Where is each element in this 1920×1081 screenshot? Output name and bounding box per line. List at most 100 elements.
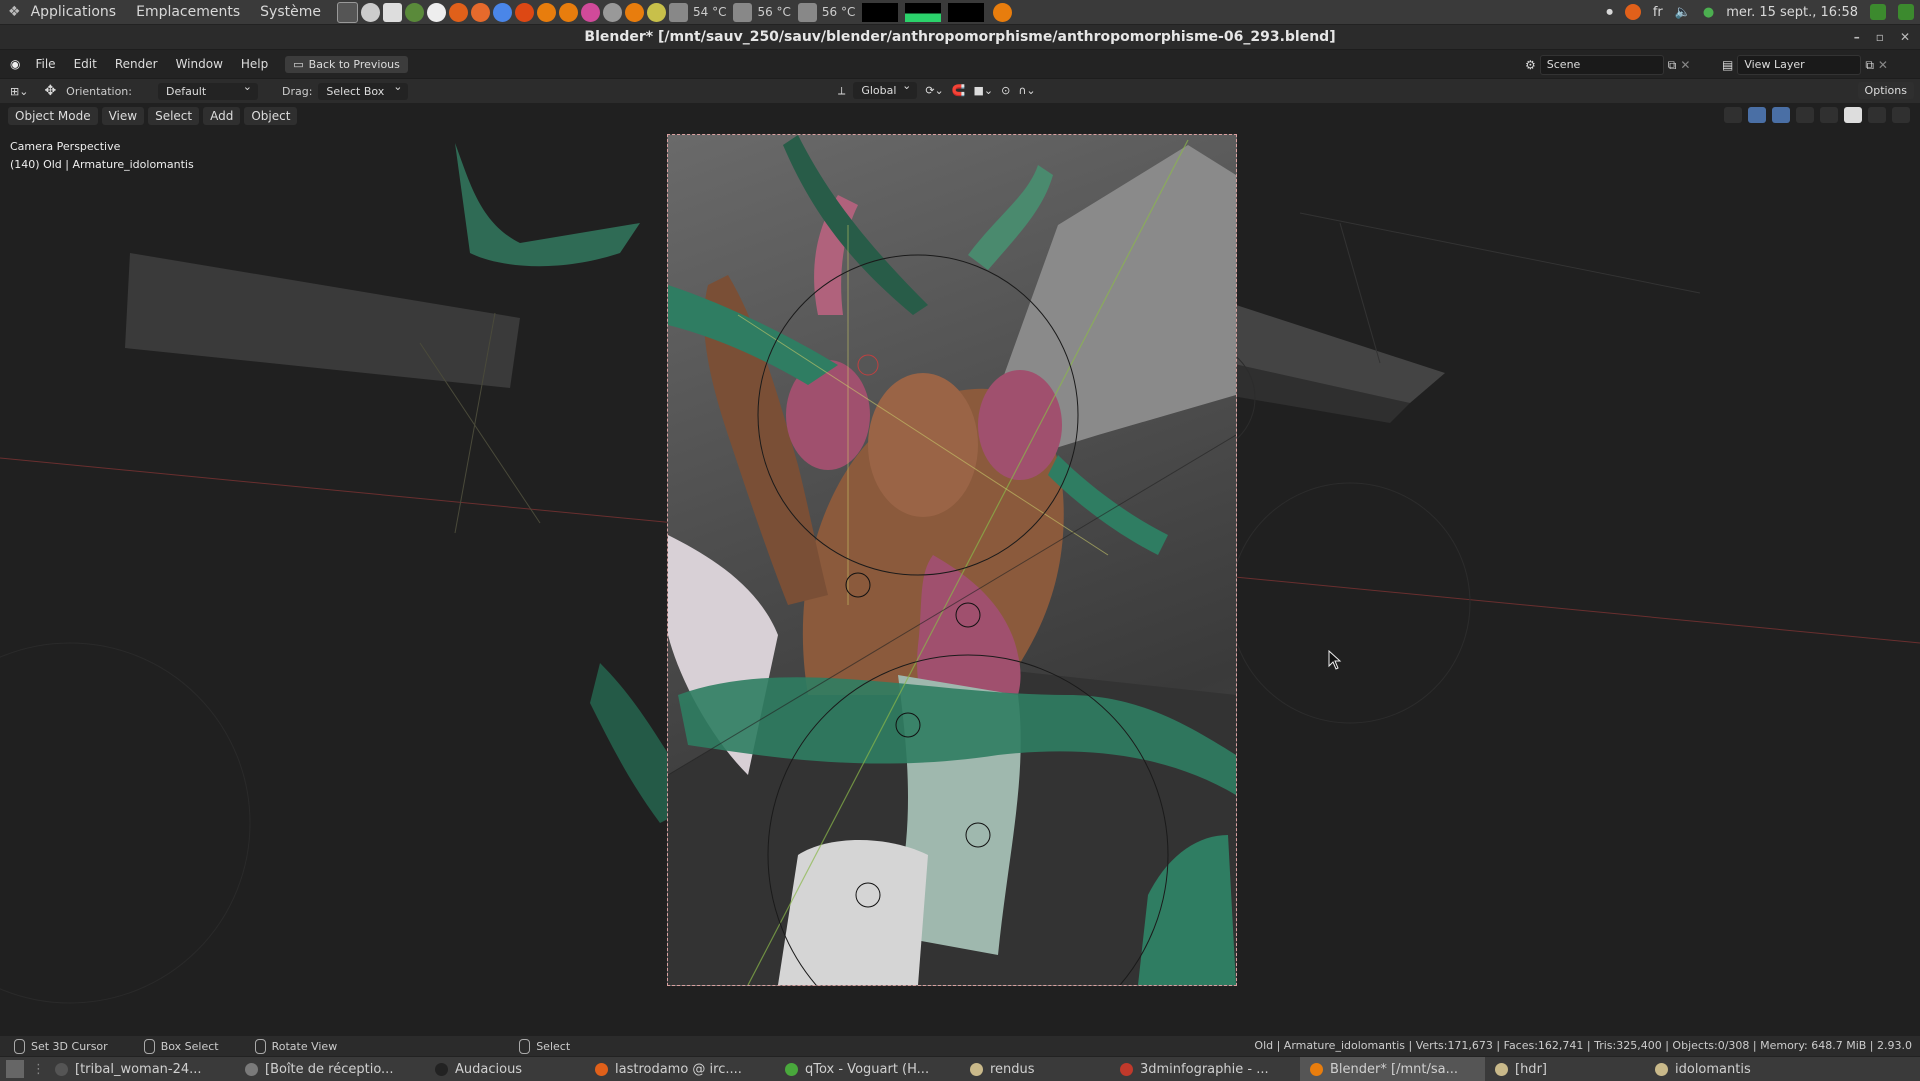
orientation-dropdown[interactable]: Default: [157, 80, 258, 100]
menu-render[interactable]: Render: [106, 57, 167, 71]
close-button[interactable]: ✕: [1900, 25, 1910, 49]
keyboard-layout[interactable]: fr: [1653, 5, 1663, 20]
workspace-switcher-icon[interactable]: [1870, 4, 1886, 20]
taskbar-item[interactable]: idolomantis: [1645, 1057, 1855, 1081]
viewport-menu-select[interactable]: Select: [148, 107, 200, 125]
inkscape-icon[interactable]: [426, 2, 446, 22]
pivot-point-icon[interactable]: ⟳⌄: [925, 84, 943, 97]
temp-readout-3: 56 °C: [821, 5, 856, 19]
delete-view-layer-icon[interactable]: ✕: [1878, 58, 1888, 72]
camera-frame[interactable]: [667, 134, 1237, 986]
leaf-icon[interactable]: [646, 2, 666, 22]
rendered-shading-icon[interactable]: [1892, 107, 1910, 123]
proportional-edit-icon[interactable]: ⊙: [1001, 84, 1010, 97]
solid-shading-icon[interactable]: [1844, 107, 1862, 123]
menu-systeme[interactable]: Système: [250, 4, 331, 20]
view-layer-icon[interactable]: ▤: [1722, 58, 1733, 72]
clock[interactable]: mer. 15 sept., 16:58: [1726, 5, 1858, 20]
blender-launcher-icon[interactable]: [536, 2, 556, 22]
firefox-icon[interactable]: [470, 2, 490, 22]
transform-orientation-icon[interactable]: ⟂: [838, 84, 845, 98]
trash-icon[interactable]: [1898, 4, 1914, 20]
blender-launcher-icon-2[interactable]: [558, 2, 578, 22]
disk-icon[interactable]: [360, 2, 380, 22]
xray-icon[interactable]: [1796, 107, 1814, 123]
blender-launcher-icon-3[interactable]: [624, 2, 644, 22]
blender-logo-icon[interactable]: ◉: [10, 57, 20, 71]
chromium-icon[interactable]: [492, 2, 512, 22]
status-label: Set 3D Cursor: [31, 1039, 108, 1053]
new-view-layer-icon[interactable]: ⧉: [1865, 58, 1874, 73]
network-status-icon[interactable]: ●: [1703, 5, 1714, 20]
taskbar-item[interactable]: lastrodamo @ irc....: [585, 1057, 775, 1081]
palette-icon[interactable]: [580, 2, 600, 22]
menu-emplacements[interactable]: Emplacements: [126, 4, 250, 20]
taskbar-item[interactable]: [Boîte de réceptio...: [235, 1057, 425, 1081]
taskbar-item[interactable]: Blender* [/mnt/sa...: [1300, 1057, 1485, 1081]
back-to-previous-label: Back to Previous: [308, 57, 400, 71]
active-object-label: (140) Old | Armature_idolomantis: [10, 158, 194, 171]
visibility-icon[interactable]: [1724, 107, 1742, 123]
menu-window[interactable]: Window: [167, 57, 232, 71]
window-titlebar[interactable]: Blender* [/mnt/sauv_250/sauv/blender/ant…: [0, 25, 1920, 49]
taskbar-item[interactable]: [tribal_woman-24...: [45, 1057, 235, 1081]
mode-dropdown[interactable]: Object Mode: [8, 107, 98, 125]
overlay-icon[interactable]: [1772, 107, 1790, 123]
options-dropdown[interactable]: Options: [1857, 82, 1914, 99]
temp-readout-2: 56 °C: [757, 5, 791, 19]
3d-cursor[interactable]: [857, 354, 879, 376]
menu-file[interactable]: File: [26, 57, 64, 71]
3d-viewport[interactable]: Object Mode View Select Add Object Camer…: [0, 103, 1920, 1036]
system-panel: ❖ Applications Emplacements Système 54 °…: [0, 0, 1920, 25]
viewport-menu-view[interactable]: View: [101, 107, 145, 125]
blender-tray-icon[interactable]: [993, 2, 1013, 22]
menu-edit[interactable]: Edit: [65, 57, 106, 71]
gnome-foot-icon[interactable]: ❖: [8, 4, 21, 20]
volume-icon[interactable]: 🔈: [1675, 5, 1691, 20]
cpu-monitor-icon-2: [733, 2, 753, 22]
new-scene-icon[interactable]: ⧉: [1668, 58, 1677, 73]
gizmo-icon[interactable]: [1748, 107, 1766, 123]
transform-orientation-dropdown[interactable]: Global: [853, 79, 918, 99]
taskbar-item[interactable]: qTox - Voguart (H...: [775, 1057, 960, 1081]
scene-icon[interactable]: ⚙: [1525, 58, 1536, 72]
snap-icon[interactable]: 🧲: [952, 84, 966, 97]
delete-scene-icon[interactable]: ✕: [1680, 58, 1690, 72]
taskbar-item[interactable]: rendus: [960, 1057, 1110, 1081]
transform-tool-icon[interactable]: ✥: [44, 83, 56, 99]
viewport-menu-add[interactable]: Add: [203, 107, 241, 125]
material-shading-icon[interactable]: [1868, 107, 1886, 123]
scene-statistics: Old | Armature_idolomantis | Verts:171,6…: [1254, 1039, 1912, 1052]
taskbar-item[interactable]: Audacious: [425, 1057, 585, 1081]
gimp-icon[interactable]: [404, 2, 424, 22]
taskbar-item[interactable]: 3dminfographie - ...: [1110, 1057, 1300, 1081]
skull-icon[interactable]: [602, 2, 622, 22]
scene-field[interactable]: Scene: [1539, 55, 1664, 75]
drag-dropdown[interactable]: Select Box: [318, 80, 409, 100]
app-icon: [785, 1062, 798, 1076]
back-to-previous-button[interactable]: ▭ Back to Previous: [285, 55, 408, 73]
taskbar-item-label: Blender* [/mnt/sa...: [1330, 1061, 1458, 1077]
app-icon: [1310, 1062, 1323, 1076]
falloff-icon[interactable]: ∩⌄: [1018, 84, 1035, 97]
editor-type-icon[interactable]: ⊞⌄: [10, 85, 28, 98]
app-icon: [245, 1062, 258, 1076]
wireframe-shading-icon[interactable]: [1820, 107, 1838, 123]
view-layer-field[interactable]: View Layer: [1737, 55, 1862, 75]
ubuntu-icon[interactable]: [514, 2, 534, 22]
menu-applications[interactable]: Applications: [21, 4, 127, 20]
menu-help[interactable]: Help: [232, 57, 277, 71]
terminal-icon[interactable]: [336, 1, 358, 23]
xchat-icon[interactable]: [448, 2, 468, 22]
show-desktop-icon[interactable]: [6, 1060, 24, 1078]
record-icon[interactable]: ⏺: [1606, 5, 1613, 20]
snap-element-icon[interactable]: ■⌄: [973, 84, 993, 97]
minimize-button[interactable]: –: [1854, 25, 1860, 49]
bone-control-circle: [0, 642, 251, 1004]
viewport-menu-object[interactable]: Object: [244, 107, 298, 125]
xchat-tray-icon[interactable]: [1624, 4, 1641, 20]
maximize-button[interactable]: ▫: [1876, 25, 1884, 49]
document-icon[interactable]: [382, 2, 402, 22]
taskbar-item-label: 3dminfographie - ...: [1140, 1061, 1269, 1077]
taskbar-item[interactable]: [hdr]: [1485, 1057, 1645, 1081]
